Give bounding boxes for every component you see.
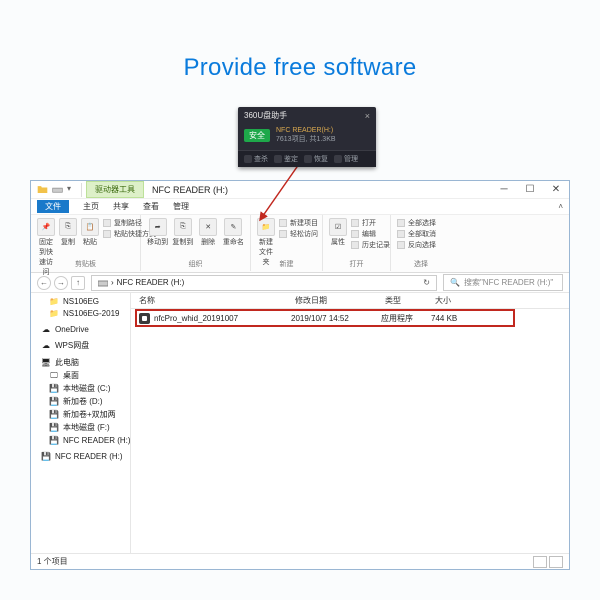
popup-drive-name: NFC READER(H:) <box>276 126 336 135</box>
view-icons-button[interactable] <box>549 556 563 568</box>
copy-button[interactable]: ⎘复制 <box>59 218 77 247</box>
paste-button[interactable]: 📋粘贴 <box>81 218 99 247</box>
menu-file[interactable]: 文件 <box>37 200 69 213</box>
address-bar: ← → ↑ › NFC READER (H:) ↻ 🔍 搜索"NFC READE… <box>31 273 569 293</box>
easy-access-button[interactable]: 轻松访问 <box>279 229 318 239</box>
breadcrumb-current: NFC READER (H:) <box>117 278 185 287</box>
back-button[interactable]: ← <box>37 276 51 290</box>
group-select-label: 选择 <box>391 257 451 271</box>
window-title: NFC READER (H:) <box>152 185 228 195</box>
sidebar-drive-c[interactable]: 💾本地磁盘 (C:) <box>31 382 130 395</box>
menu-home[interactable]: 主页 <box>83 201 99 212</box>
rename-button[interactable]: ✎重命名 <box>223 218 244 247</box>
cell-type: 应用程序 <box>381 313 431 324</box>
folder-icon <box>37 184 48 195</box>
up-button[interactable]: ↑ <box>71 276 85 290</box>
select-none-button[interactable]: 全部取消 <box>397 229 436 239</box>
cell-size: 744 KB <box>431 314 481 323</box>
new-item-button[interactable]: 新建项目 <box>279 218 318 228</box>
copyto-button[interactable]: ⎘复制到 <box>172 218 193 247</box>
menu-manage[interactable]: 管理 <box>173 201 189 212</box>
breadcrumb[interactable]: › NFC READER (H:) ↻ <box>91 275 437 291</box>
minimize-button[interactable]: ─ <box>491 181 517 199</box>
group-clipboard-label: 剪贴板 <box>31 257 141 271</box>
search-input[interactable]: 🔍 搜索"NFC READER (H:)" <box>443 274 563 291</box>
popup-tool-identify[interactable]: 鉴定 <box>274 154 298 164</box>
cell-date: 2019/10/7 14:52 <box>291 314 381 323</box>
sidebar-item[interactable]: 📁NS106EG <box>31 295 130 307</box>
file-pane: 名称 修改日期 类型 大小 nfcPro_whid_20191007 2019/… <box>131 293 569 553</box>
group-new-label: 新建 <box>251 257 323 271</box>
chevron-down-icon[interactable]: ▾ <box>67 184 71 195</box>
table-row[interactable]: nfcPro_whid_20191007 2019/10/7 14:52 应用程… <box>131 311 569 326</box>
history-button[interactable]: 历史记录 <box>351 240 390 250</box>
sidebar-drive-e[interactable]: 💾新加卷+双加两 <box>31 408 130 421</box>
properties-button[interactable]: ☑属性 <box>329 218 347 247</box>
forward-button[interactable]: → <box>54 276 68 290</box>
sidebar-drive-d[interactable]: 💾新加卷 (D:) <box>31 395 130 408</box>
search-icon: 🔍 <box>450 278 460 287</box>
col-date[interactable]: 修改日期 <box>291 293 381 308</box>
sidebar-drive-f[interactable]: 💾本地磁盘 (F:) <box>31 421 130 434</box>
sidebar-onedrive[interactable]: ☁OneDrive <box>31 323 130 335</box>
menubar: 文件 主页 共享 查看 管理 ˄ <box>31 199 569 215</box>
close-icon[interactable]: × <box>365 111 370 121</box>
explorer-window: ▾ 驱动器工具 NFC READER (H:) ─ ☐ ✕ 文件 主页 共享 查… <box>30 180 570 570</box>
sidebar-item[interactable]: 📁NS106EG-2019 <box>31 307 130 319</box>
col-type[interactable]: 类型 <box>381 293 431 308</box>
sidebar-removable[interactable]: 💾NFC READER (H:) <box>31 450 130 462</box>
close-button[interactable]: ✕ <box>543 181 569 199</box>
view-details-button[interactable] <box>533 556 547 568</box>
ribbon: 📌固定到快 速访问 ⎘复制 📋粘贴 复制路径 粘贴快捷方式 ➦移动到 ⎘复制到 … <box>31 215 569 273</box>
menu-view[interactable]: 查看 <box>143 201 159 212</box>
select-all-button[interactable]: 全部选择 <box>397 218 436 228</box>
sidebar: 📁NS106EG 📁NS106EG-2019 ☁OneDrive ☁WPS网盘 … <box>31 293 131 553</box>
tab-drive-tools[interactable]: 驱动器工具 <box>86 181 144 198</box>
moveto-button[interactable]: ➦移动到 <box>147 218 168 247</box>
sidebar-desktop[interactable]: 🖵桌面 <box>31 369 130 382</box>
sidebar-drive-h[interactable]: 💾NFC READER (H:) <box>31 434 130 446</box>
open-button[interactable]: 打开 <box>351 218 390 228</box>
delete-button[interactable]: ✕删除 <box>198 218 219 247</box>
popup-drive-stats: 7613项目, 共1.3KB <box>276 135 336 144</box>
drive-icon <box>98 278 108 288</box>
safe-badge: 安全 <box>244 129 270 142</box>
usb-popup: 360U盘助手 × 安全 NFC READER(H:) 7613项目, 共1.3… <box>238 107 376 167</box>
edit-button[interactable]: 编辑 <box>351 229 390 239</box>
headline: Provide free software <box>0 54 600 82</box>
popup-title: 360U盘助手 <box>244 110 287 121</box>
exe-icon <box>139 313 150 324</box>
popup-tool-scan[interactable]: 查杀 <box>244 154 268 164</box>
status-bar: 1 个项目 <box>31 553 569 569</box>
ribbon-collapse-icon[interactable]: ˄ <box>558 202 569 211</box>
invert-selection-button[interactable]: 反向选择 <box>397 240 436 250</box>
drive-icon <box>52 184 63 195</box>
titlebar: ▾ 驱动器工具 NFC READER (H:) ─ ☐ ✕ <box>31 181 569 199</box>
popup-tool-recover[interactable]: 恢复 <box>304 154 328 164</box>
group-open-label: 打开 <box>323 257 391 271</box>
column-headers: 名称 修改日期 类型 大小 <box>131 293 569 309</box>
group-organize-label: 组织 <box>141 257 251 271</box>
item-count: 1 个项目 <box>37 556 68 567</box>
menu-share[interactable]: 共享 <box>113 201 129 212</box>
sidebar-thispc[interactable]: 🖥此电脑 <box>31 356 130 369</box>
refresh-icon[interactable]: ↻ <box>423 278 430 287</box>
maximize-button[interactable]: ☐ <box>517 181 543 199</box>
col-name[interactable]: 名称 <box>131 293 291 308</box>
popup-tool-manage[interactable]: 管理 <box>334 154 358 164</box>
sidebar-wps[interactable]: ☁WPS网盘 <box>31 339 130 352</box>
col-size[interactable]: 大小 <box>431 293 481 308</box>
